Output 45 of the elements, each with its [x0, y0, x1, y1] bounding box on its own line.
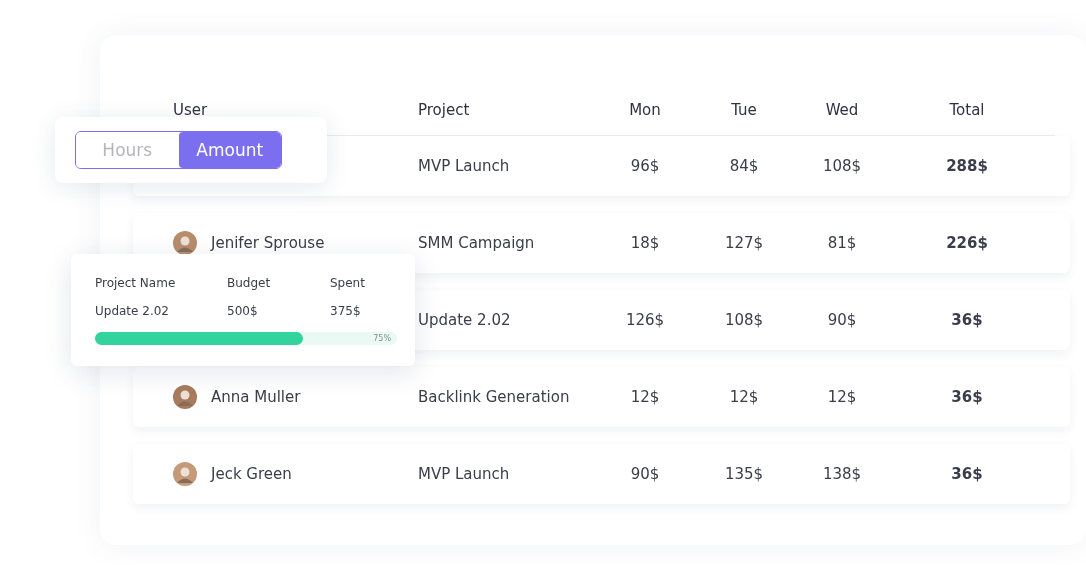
column-header: Budget	[227, 276, 272, 290]
table-cell-text: 36$	[950, 388, 984, 406]
table-cell-text: SMM Campaign	[418, 234, 536, 252]
table-cell-text: 12$	[629, 388, 661, 406]
popup-value: Update 2.02	[95, 304, 170, 318]
column-header: Total	[948, 101, 986, 119]
table-cell-text: 36$	[950, 311, 984, 329]
table-cell-text: 84$	[728, 157, 760, 175]
table-cell-text: 127$	[723, 234, 765, 252]
column-header: Project Name	[95, 276, 177, 290]
progress-reading: 75%	[373, 333, 391, 345]
table-cell-text: 96$	[629, 157, 661, 175]
popup-value: 375$	[330, 304, 362, 318]
table-cell-text: 288$	[945, 157, 989, 175]
avatar	[173, 462, 197, 486]
table-cell-text: Update 2.02	[418, 311, 512, 329]
table-cell-text: 108$	[723, 311, 765, 329]
user-name: Jenifer Sprouse	[211, 234, 325, 252]
popup-value: 500$	[227, 304, 259, 318]
user-name: Jeck Green	[211, 465, 292, 483]
toggle-option[interactable]: Amount	[178, 132, 281, 168]
table-cell-text: 108$	[821, 157, 863, 175]
column-header: Project	[418, 101, 471, 119]
column-header: Mon	[628, 101, 662, 119]
table-cell-text: 18$	[629, 234, 661, 252]
user-name: Anna Muller	[211, 388, 301, 406]
avatar	[173, 231, 197, 255]
table-cell-text: 90$	[629, 465, 661, 483]
table-cell-text: 90$	[826, 311, 858, 329]
column-header: Tue	[730, 101, 758, 119]
column-header: Spent	[330, 276, 366, 290]
table-cell-text: 126$	[624, 311, 666, 329]
table-cell-text: Backlink Generation	[418, 388, 571, 406]
table-cell-text: 81$	[826, 234, 858, 252]
table-cell-text: 135$	[723, 465, 765, 483]
table-cell-text: 12$	[728, 388, 760, 406]
table-cell-text: 12$	[826, 388, 858, 406]
table-cell-text: MVP Launch	[418, 465, 511, 483]
avatar	[173, 385, 197, 409]
table-cell-text: 226$	[945, 234, 989, 252]
column-header: Wed	[824, 101, 860, 119]
column-header: User	[173, 101, 209, 119]
table-cell-text: MVP Launch	[418, 157, 511, 175]
table-cell-text: 36$	[950, 465, 984, 483]
table-cell-text: 138$	[821, 465, 863, 483]
